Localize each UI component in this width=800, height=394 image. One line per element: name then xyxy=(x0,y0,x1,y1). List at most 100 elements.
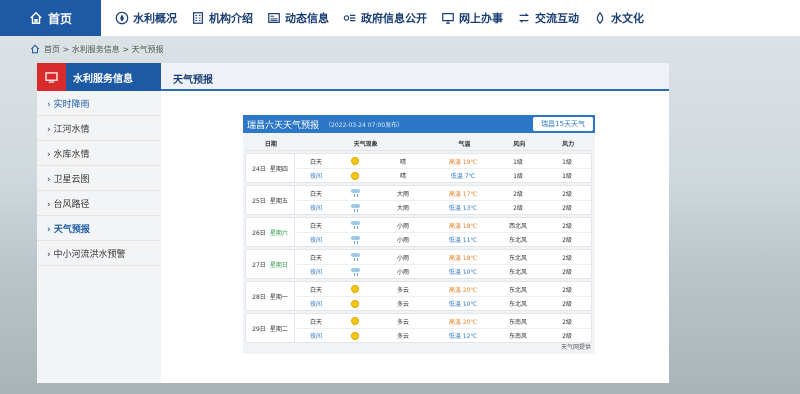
sun-icon xyxy=(351,171,359,180)
nav-item-news[interactable]: 动态信息 xyxy=(267,0,329,36)
forecast-15-day-button[interactable]: 瑞昌15天天气 xyxy=(533,117,593,131)
breadcrumb-text[interactable]: 首页 > 水利服务信息 > 天气预报 xyxy=(44,44,164,55)
temp-value: 12℃ xyxy=(462,333,478,340)
period-label: 白天 xyxy=(309,222,322,230)
sidebar-item-flood-warning[interactable]: › 中小河流洪水预警 xyxy=(37,241,161,266)
nav-item-label: 交流互动 xyxy=(535,12,579,25)
wind-power: 2级 xyxy=(562,318,572,326)
weather-day-row: 26日 星期六 白天 小雨 高温 18℃ 西北风 2级 夜间 小雨 低温 11℃… xyxy=(245,217,592,247)
wind-power: 1级 xyxy=(562,158,572,166)
weather-day-row: 25日 星期五 白天 大雨 高温 17℃ 2级 2级 夜间 大雨 低温 13℃ … xyxy=(245,185,592,215)
wind-power: 2级 xyxy=(562,301,572,308)
sun-icon xyxy=(351,299,359,308)
nav-item-interact[interactable]: 交流互动 xyxy=(517,0,579,36)
nav-home[interactable]: 首页 xyxy=(0,0,101,36)
weather-published: （2022-03-24 07:00发布） xyxy=(325,121,404,129)
rain-icon xyxy=(350,235,360,244)
day-periods: 白天 晴 高温 19℃ 1级 1级 夜间 晴 低温 7℃ 1级 1级 xyxy=(295,154,591,182)
nav-item-label: 水利概况 xyxy=(133,12,177,25)
wind-power: 2级 xyxy=(562,333,572,340)
nav-item-online[interactable]: 网上办事 xyxy=(441,0,503,36)
wind-direction: 东北风 xyxy=(508,286,527,294)
nav-item-label: 动态信息 xyxy=(285,12,329,25)
day-date: 28日 星期一 xyxy=(246,282,295,310)
temperature: 高温 19℃ xyxy=(433,157,493,166)
temp-label: 低温 xyxy=(450,173,463,180)
date-label: 29日 xyxy=(252,325,266,333)
nav-item-label: 水文化 xyxy=(611,12,644,25)
day-row: 白天 多云 高温 20℃ 东北风 2级 xyxy=(295,282,591,296)
sun-icon xyxy=(351,317,359,325)
sun-icon xyxy=(351,331,359,340)
home-icon xyxy=(30,11,42,24)
weather-days: 24日 星期四 白天 晴 高温 19℃ 1级 1级 夜间 晴 低温 7℃ 1级 … xyxy=(245,153,592,343)
temperature: 低温 13℃ xyxy=(433,203,493,212)
sidebar-item-weather[interactable]: › 天气预报 xyxy=(37,216,161,241)
phenomenon: 大雨 xyxy=(396,205,409,212)
night-row: 夜间 大雨 低温 13℃ 2级 2级 xyxy=(295,200,591,214)
weather-icon-cell xyxy=(337,285,373,293)
day-row: 白天 大雨 高温 17℃ 2级 2级 xyxy=(295,186,591,200)
temperature: 低温 11℃ xyxy=(433,235,493,244)
weather-icon-cell xyxy=(337,221,373,229)
weather-icon-cell xyxy=(337,189,373,197)
weather-day-row: 27日 星期日 白天 小雨 高温 18℃ 东北风 2级 夜间 小雨 低温 10℃… xyxy=(245,249,592,279)
weather-icon-cell xyxy=(337,253,373,261)
weather-source[interactable]: 天气网提供 xyxy=(561,342,591,351)
weekday-label: 星期二 xyxy=(269,325,288,333)
sidebar-item-typhoon[interactable]: › 台风路径 xyxy=(37,191,161,216)
wind-direction: 东南风 xyxy=(508,333,527,340)
monitor-icon xyxy=(442,13,454,24)
nav-item-overview[interactable]: 水利概况 xyxy=(115,0,177,36)
wind-direction: 东北风 xyxy=(508,301,527,308)
top-nav: 首页 水利概况 机构介绍 动态信息 政府信息公开 网上办事 交流互动 水文化 xyxy=(0,0,800,36)
period-label: 白天 xyxy=(309,254,322,262)
wind-direction: 1级 xyxy=(513,173,523,180)
weather-table: 日期 天气现象 气温 风向 风力 24日 星期四 白天 晴 高温 19℃ 1级 … xyxy=(245,137,592,343)
temp-value: 11℃ xyxy=(462,237,478,244)
nav-item-gov-info[interactable]: 政府信息公开 xyxy=(343,0,427,36)
weather-icon-cell xyxy=(337,235,373,244)
temp-value: 10℃ xyxy=(462,269,478,276)
wind-power: 2级 xyxy=(562,254,572,262)
period-label: 夜间 xyxy=(309,269,322,276)
wind-direction: 东北风 xyxy=(508,269,527,276)
rain-icon xyxy=(350,221,360,229)
wind-direction: 东北风 xyxy=(508,237,527,244)
period-label: 白天 xyxy=(309,190,322,198)
night-row: 夜间 晴 低温 7℃ 1级 1级 xyxy=(295,168,591,182)
weekday-label: 星期六 xyxy=(269,229,288,237)
wind-power: 2级 xyxy=(562,237,572,244)
period-label: 夜间 xyxy=(309,333,322,340)
nav-item-culture[interactable]: 水文化 xyxy=(593,0,644,36)
sidebar-item-river[interactable]: › 江河水情 xyxy=(37,116,161,141)
sun-icon xyxy=(351,157,359,165)
wind-power: 2级 xyxy=(562,269,572,276)
weather-icon-cell xyxy=(337,317,373,325)
wind-power: 2级 xyxy=(562,286,572,294)
building-icon xyxy=(193,12,203,24)
temperature: 高温 20℃ xyxy=(433,285,493,294)
phenomenon: 晴 xyxy=(399,173,406,180)
news-icon xyxy=(268,13,280,23)
sidebar-header-badge xyxy=(37,63,66,91)
phenomenon: 多云 xyxy=(396,301,409,308)
sidebar-item-satellite[interactable]: › 卫星云图 xyxy=(37,166,161,191)
header-wind-power: 风力 xyxy=(562,141,575,148)
sidebar-header: 水利服务信息 xyxy=(37,63,161,91)
date-label: 26日 xyxy=(252,229,266,237)
sidebar-item-reservoir[interactable]: › 水库水情 xyxy=(37,141,161,166)
weather-table-header: 日期 天气现象 气温 风向 风力 xyxy=(245,137,592,151)
phenomenon: 小雨 xyxy=(396,237,409,244)
nav-item-org[interactable]: 机构介绍 xyxy=(191,0,253,36)
day-row: 白天 小雨 高温 18℃ 东北风 2级 xyxy=(295,250,591,264)
date-label: 27日 xyxy=(252,261,266,269)
day-periods: 白天 多云 高温 20℃ 东南风 2级 夜间 多云 低温 12℃ 东南风 2级 xyxy=(295,314,591,342)
temp-label: 低温 xyxy=(448,301,461,308)
weather-widget: 瑞昌六天天气预报 （2022-03-24 07:00发布） 瑞昌15天天气 日期… xyxy=(243,115,595,354)
header-temp: 气温 xyxy=(458,141,471,148)
home-icon xyxy=(30,44,40,54)
temperature: 低温 10℃ xyxy=(433,299,493,308)
temperature: 高温 17℃ xyxy=(433,189,493,198)
sidebar-item-rain[interactable]: › 实时降雨 xyxy=(37,91,161,116)
